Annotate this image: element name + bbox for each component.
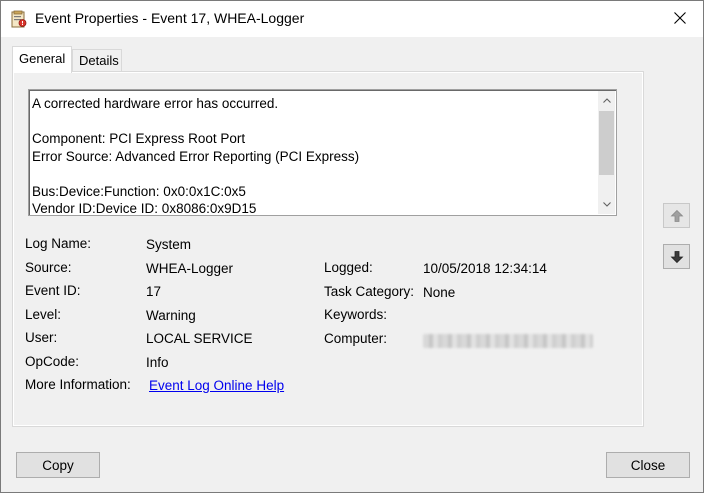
log-name-value: System [146,237,192,252]
scrollbar-thumb[interactable] [599,111,614,175]
task-category-label: Task Category: [324,284,415,299]
computer-value-redacted [423,334,593,348]
logged-value: 10/05/2018 12:34:14 [423,261,547,276]
event-log-online-help-link[interactable]: Event Log Online Help [149,378,284,393]
description-scrollbar[interactable] [598,91,615,214]
desc-line: Vendor ID:Device ID: 0x8086:0x9D15 [32,201,257,216]
close-button[interactable]: Close [606,452,690,478]
close-icon [674,12,686,24]
computer-label: Computer: [324,331,388,346]
description-textbox[interactable]: A corrected hardware error has occurred.… [28,89,617,216]
title-bar[interactable]: Event Properties - Event 17, WHEA-Logger [1,1,703,37]
keywords-label: Keywords: [324,307,388,322]
previous-event-button[interactable] [663,203,690,228]
event-viewer-icon [11,10,27,28]
logged-label: Logged: [324,260,373,275]
event-id-value: 17 [146,284,162,299]
desc-line: A corrected hardware error has occurred. [32,96,279,111]
scroll-down-icon[interactable] [598,196,615,213]
more-info-label: More Information: [25,377,131,392]
desc-line: Bus:Device:Function: 0x0:0x1C:0x5 [32,183,246,199]
log-name-label: Log Name: [25,236,92,251]
window-close-button[interactable] [657,1,703,35]
arrow-up-icon [670,209,683,222]
tab-details[interactable]: Details [72,49,122,72]
copy-button[interactable]: Copy [16,452,100,478]
opcode-value: Info [146,355,169,370]
tab-general[interactable]: General [12,46,72,73]
description-text: A corrected hardware error has occurred.… [32,95,592,216]
level-value: Warning [146,308,196,323]
opcode-label: OpCode: [25,354,80,369]
event-properties-window: Event Properties - Event 17, WHEA-Logger… [0,0,704,493]
source-value: WHEA-Logger [146,261,234,276]
desc-line: Component: PCI Express Root Port [32,131,246,146]
source-label: Source: [25,260,72,275]
user-value: LOCAL SERVICE [146,331,253,346]
scroll-up-icon[interactable] [598,92,615,109]
window-title: Event Properties - Event 17, WHEA-Logger [35,10,305,26]
user-label: User: [25,330,58,345]
level-label: Level: [25,307,62,322]
event-id-label: Event ID: [25,283,81,298]
next-event-button[interactable] [663,244,690,269]
arrow-down-icon [670,250,683,263]
desc-line: Error Source: Advanced Error Reporting (… [32,148,360,164]
task-category-value: None [423,285,456,300]
